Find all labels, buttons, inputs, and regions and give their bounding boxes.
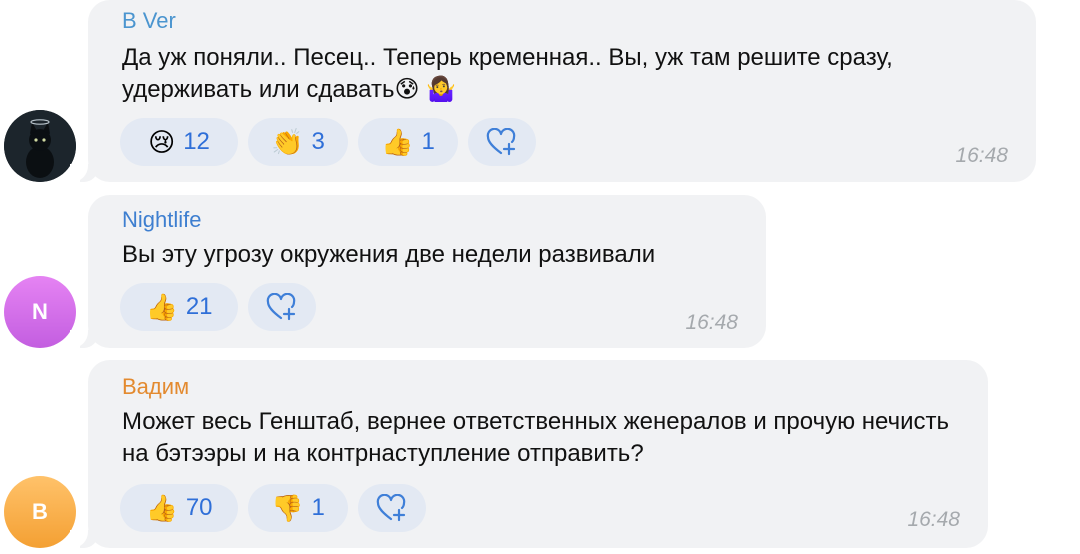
reaction-count: 1 [311,494,325,521]
avatar-vadim[interactable]: B [4,476,76,548]
reaction-thumbs-up[interactable]: 👍 21 [120,283,238,331]
thumbs-up-icon: 👍 [381,127,414,157]
heart-plus-icon [376,494,406,522]
reaction-count: 70 [185,494,213,521]
heart-plus-icon [486,128,516,156]
avatar-b-ver[interactable] [4,110,76,182]
thumbs-up-icon: 👍 [145,292,178,322]
message-bubble[interactable]: B Ver Да уж поняли.. Песец.. Теперь крем… [70,0,1036,182]
message-bubble[interactable]: Nightlife Вы эту угрозу окружения две не… [70,195,766,348]
message-time: 16:48 [907,508,960,531]
message-author[interactable]: Вадим [122,374,189,400]
avatar-letter: B [32,499,48,524]
heart-plus-icon [266,293,296,321]
reaction-count: 1 [421,128,435,155]
reaction-thumbs-up[interactable]: 👍 70 [120,484,238,532]
reaction-count: 12 [183,128,210,155]
reaction-crying-face[interactable]: 😢 12 [120,118,238,166]
avatar-nightlife[interactable]: N [4,276,76,348]
message-author[interactable]: Nightlife [122,207,201,233]
thumbs-up-icon: 👍 [145,493,178,523]
reactions-bar: 😢 12 👏 3 👍 1 [120,118,536,166]
message-time: 16:48 [955,144,1008,167]
reaction-count: 21 [185,293,213,320]
message-bubble[interactable]: Вадим Может весь Генштаб, вернее ответст… [70,360,988,548]
avatar-letter: N [32,299,48,324]
reaction-thumbs-up[interactable]: 👍 1 [358,118,458,166]
thumbs-down-icon: 👎 [271,493,304,523]
add-reaction-button[interactable] [358,484,426,532]
add-reaction-button[interactable] [248,283,316,331]
bubble-tail [70,330,98,348]
crying-face-icon: 😢 [148,127,176,157]
clapping-hands-icon: 👏 [271,127,304,157]
reaction-count: 3 [311,128,325,155]
message-time: 16:48 [685,311,738,334]
reactions-bar: 👍 21 [120,283,316,331]
reaction-thumbs-down[interactable]: 👎 1 [248,484,348,532]
bubble-tail [70,530,98,548]
message-author[interactable]: B Ver [122,8,176,34]
message-text: Да уж поняли.. Песец.. Теперь кременная.… [122,44,893,103]
add-reaction-button[interactable] [468,118,536,166]
reaction-clapping-hands[interactable]: 👏 3 [248,118,348,166]
message-text: Может весь Генштаб, вернее ответственных… [122,408,949,467]
message-text: Вы эту угрозу окружения две недели разви… [122,241,656,268]
bubble-tail [70,164,98,182]
reactions-bar: 👍 70 👎 1 [120,484,426,532]
black-cat-icon [4,110,76,182]
